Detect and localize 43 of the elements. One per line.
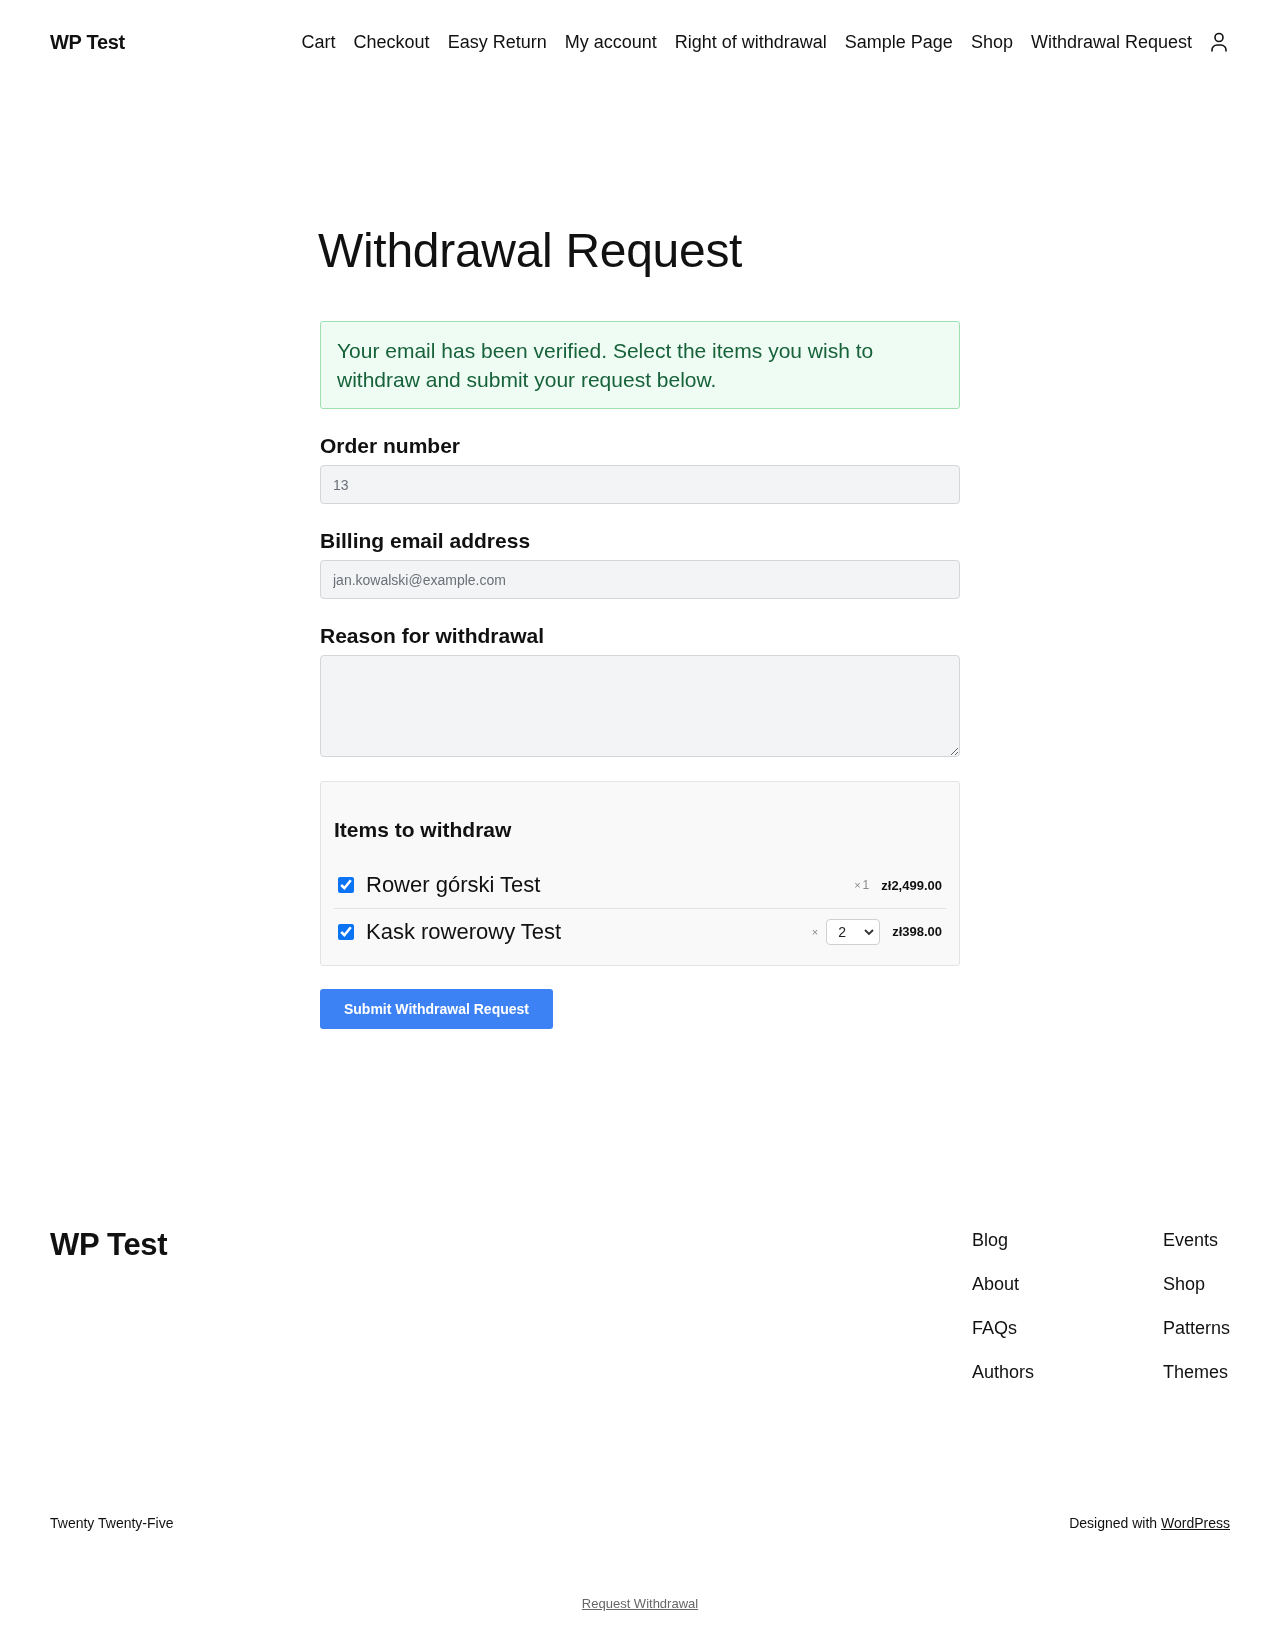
input-field[interactable]: jan.kowalski@example.com <box>320 560 960 599</box>
item-price: zł398.00 <box>892 924 942 939</box>
footer-link[interactable]: About <box>971 1272 1163 1296</box>
footer-link[interactable]: Events <box>1162 1228 1230 1252</box>
times-sign: × <box>811 925 819 938</box>
site-title[interactable]: WP Test <box>50 30 125 54</box>
submit-button[interactable]: Submit Withdrawal Request <box>320 989 553 1029</box>
items-title: Items to withdraw <box>334 817 513 843</box>
page-title: Withdrawal Request <box>318 223 744 279</box>
checkbox[interactable] <box>338 923 354 940</box>
nav-link[interactable]: Shop <box>970 31 1013 53</box>
item-name: Kask rowerowy Test <box>366 918 563 945</box>
nav-link[interactable]: Right of withdrawal <box>674 31 827 53</box>
textarea-field[interactable] <box>320 655 960 757</box>
footer-link[interactable]: Patterns <box>1162 1316 1230 1340</box>
nav-link[interactable]: My account <box>564 31 657 53</box>
footer-link[interactable]: Shop <box>1162 1272 1230 1296</box>
footer-link[interactable]: Themes <box>1162 1360 1230 1384</box>
footer-link[interactable]: Blog <box>971 1228 1163 1252</box>
credit-link[interactable]: WordPress <box>1161 1515 1230 1531</box>
theme-name: Twenty Twenty-Five <box>50 1514 174 1533</box>
field-label: Reason for withdrawal <box>320 623 546 649</box>
nav-link[interactable]: Checkout <box>353 31 430 53</box>
nav-link[interactable]: Cart <box>301 31 336 53</box>
notice-text: Your email has been verified. Select the items you wish to withdraw and submit your request below. <box>337 338 875 393</box>
footer-site-title[interactable]: WP Test <box>50 1225 168 1265</box>
nav-link[interactable]: Withdrawal Request <box>1030 31 1192 53</box>
quantity-text: 1 <box>862 878 870 892</box>
checkbox[interactable] <box>338 877 354 893</box>
request-withdrawal-link[interactable]: Request Withdrawal <box>581 1595 699 1613</box>
field-label: Billing email address <box>320 528 532 554</box>
times-sign: × <box>854 879 861 891</box>
item-name: Rower górski Test <box>366 872 542 898</box>
field-label: Order number <box>320 433 462 459</box>
footer-link[interactable]: Authors <box>971 1360 1163 1384</box>
user-icon[interactable] <box>1208 31 1230 53</box>
credit-text: Designed with WordPress <box>1069 1514 1230 1533</box>
nav-link[interactable]: Easy Return <box>447 31 547 53</box>
quantity-select[interactable]: 2 <box>826 918 881 945</box>
nav-link[interactable]: Sample Page <box>844 31 953 53</box>
footer-link[interactable]: FAQs <box>971 1316 1163 1340</box>
input-field[interactable]: 13 <box>320 465 960 504</box>
item-price: zł2,499.00 <box>881 877 942 893</box>
